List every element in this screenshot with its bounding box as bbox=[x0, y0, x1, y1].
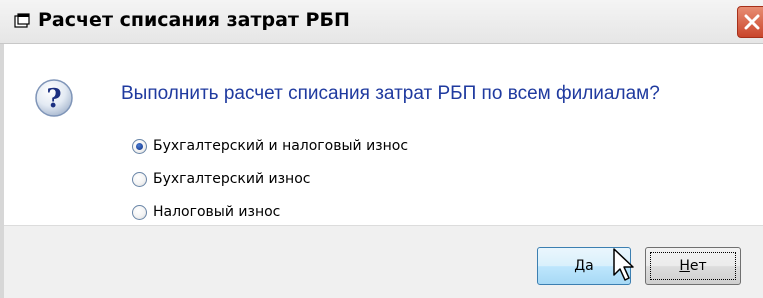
radio-option-tax[interactable]: Налоговый износ bbox=[132, 201, 280, 223]
dialog-window: Расчет списания затрат РБП ? Выполнить р… bbox=[0, 0, 763, 298]
close-icon bbox=[744, 14, 760, 30]
radio-label: Бухгалтерский износ bbox=[153, 171, 311, 187]
button-panel: Да Нет bbox=[4, 225, 763, 298]
title-bar[interactable]: Расчет списания затрат РБП bbox=[0, 0, 763, 44]
question-text: Выполнить расчет списания затрат РБП по … bbox=[121, 83, 660, 104]
no-button-label: Нет bbox=[679, 258, 707, 274]
radio-label: Налоговый износ bbox=[153, 204, 281, 220]
close-button[interactable] bbox=[737, 6, 763, 38]
radio-option-accounting-and-tax[interactable]: Бухгалтерский и налоговый износ bbox=[132, 135, 408, 157]
dialog-content: ? Выполнить расчет списания затрат РБП п… bbox=[4, 44, 763, 225]
no-button[interactable]: Нет bbox=[645, 247, 741, 285]
window-icon bbox=[14, 13, 30, 29]
yes-button-label: Да bbox=[574, 258, 594, 274]
question-icon: ? bbox=[34, 78, 74, 118]
radio-button[interactable] bbox=[132, 204, 147, 220]
window-title: Расчет списания затрат РБП bbox=[38, 9, 350, 31]
radio-button-checked[interactable] bbox=[132, 138, 147, 154]
radio-button[interactable] bbox=[132, 171, 147, 187]
radio-option-accounting[interactable]: Бухгалтерский износ bbox=[132, 168, 310, 190]
mouse-cursor-icon bbox=[612, 248, 636, 282]
svg-text:?: ? bbox=[46, 84, 61, 114]
radio-label: Бухгалтерский и налоговый износ bbox=[153, 138, 409, 154]
